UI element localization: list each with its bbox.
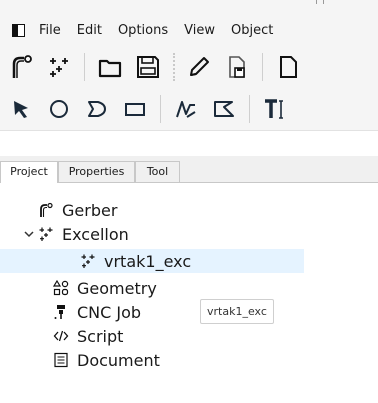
new-excellon-button[interactable] (42, 50, 76, 84)
tab-properties[interactable]: Properties (58, 161, 135, 182)
tree-item-document[interactable]: Document (53, 348, 160, 372)
notebook-tabs: Project Properties Tool (0, 156, 378, 183)
circle-icon (50, 100, 68, 118)
geometry-icon (53, 280, 69, 296)
tab-project[interactable]: Project (0, 161, 58, 183)
tree-item-label: Document (77, 350, 160, 370)
menu-file[interactable]: File (39, 23, 61, 38)
code-icon (53, 328, 69, 344)
tree-item-label: CNC Job (77, 302, 142, 322)
rectangle-tool-button[interactable] (118, 92, 152, 126)
chevron-down-icon[interactable] (24, 229, 34, 239)
tab-tool[interactable]: Tool (135, 161, 180, 182)
menu-options[interactable]: Options (118, 23, 168, 38)
select-tool-button[interactable] (4, 92, 38, 126)
draw-toolbar (0, 88, 378, 131)
tree-item-label: Geometry (77, 278, 157, 298)
excellon-icon (50, 58, 68, 77)
save-icon (137, 56, 159, 78)
excellon-icon (38, 226, 54, 242)
circle-tool-button[interactable] (42, 92, 76, 126)
file-toolbar (0, 46, 378, 88)
select-arrow-icon (14, 101, 28, 118)
tree-item-label: Excellon (62, 224, 129, 244)
excellon-icon (80, 253, 96, 269)
tree-item-vrtak1-exc[interactable]: vrtak1_exc (0, 249, 304, 273)
polygon-icon (214, 101, 234, 117)
arc-icon (88, 101, 106, 117)
tree-item-geometry[interactable]: Geometry (53, 276, 157, 300)
text-tool-button[interactable] (258, 92, 292, 126)
edit-button[interactable] (182, 50, 216, 84)
path-tool-button[interactable] (169, 92, 203, 126)
new-file-icon (280, 56, 297, 78)
tree-item-tooltip: vrtak1_exc (200, 299, 274, 324)
tree-item-excellon[interactable]: Excellon (0, 222, 129, 246)
save-as-icon (229, 56, 245, 78)
menu-bar: File Edit Options View Object (0, 14, 378, 46)
polyline-icon (176, 101, 196, 118)
polygon-tool-button[interactable] (207, 92, 241, 126)
tree-item-cnc-job[interactable]: CNC Job (53, 300, 141, 324)
text-tool-icon (265, 99, 283, 119)
gerber-icon (12, 55, 32, 78)
app-icon[interactable] (12, 23, 25, 37)
menu-edit[interactable]: Edit (77, 23, 102, 38)
open-button[interactable] (93, 50, 127, 84)
tree-item-label: vrtak1_exc (104, 251, 192, 271)
new-project-button[interactable] (271, 50, 305, 84)
open-folder-icon (98, 59, 122, 78)
window-top-edge (0, 0, 378, 14)
tree-item-gerber[interactable]: Gerber (38, 198, 117, 222)
menu-view[interactable]: View (184, 23, 215, 38)
gerber-icon (38, 202, 54, 218)
arc-tool-button[interactable] (80, 92, 114, 126)
tree-item-label: Gerber (62, 200, 118, 220)
cnc-drill-icon (53, 304, 69, 320)
menu-object[interactable]: Object (231, 23, 273, 38)
tree-item-label: Script (77, 326, 124, 346)
pencil-icon (190, 57, 209, 76)
tree-item-script[interactable]: Script (53, 324, 123, 348)
new-gerber-button[interactable] (4, 50, 38, 84)
document-icon (53, 352, 69, 368)
save-button[interactable] (131, 50, 165, 84)
save-as-button[interactable] (220, 50, 254, 84)
rectangle-icon (125, 103, 145, 116)
